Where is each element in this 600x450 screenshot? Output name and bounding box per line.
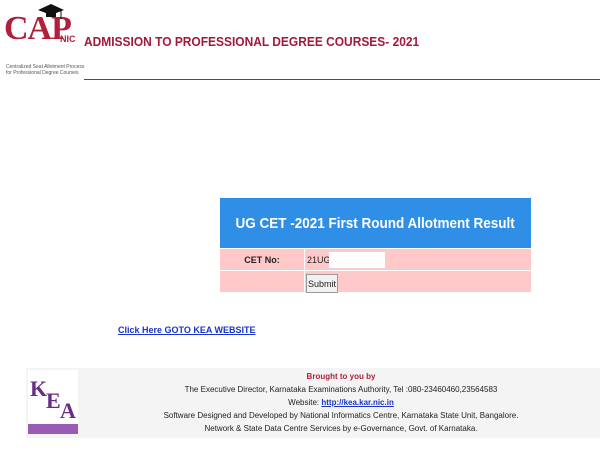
website-label: Website: <box>288 398 320 407</box>
page-footer: K E A Brought to you by The Executive Di… <box>26 368 600 438</box>
footer-credits: Brought to you by The Executive Director… <box>86 370 596 435</box>
cet-number-input[interactable] <box>329 251 385 268</box>
footer-website-line: Website: http://kea.kar.nic.in <box>86 396 596 409</box>
form-title: UG CET -2021 First Round Allotment Resul… <box>235 214 516 232</box>
footer-network-line: Network & State Data Centre Services by … <box>204 424 478 433</box>
kea-url-link[interactable]: http://kea.kar.nic.in <box>321 398 393 407</box>
brought-to-you-by: Brought to you by <box>306 372 376 381</box>
kea-logo-letter-k: K <box>30 376 48 401</box>
kea-logo: K E A <box>28 370 78 434</box>
logo-nic-text: NIC <box>60 34 76 44</box>
cet-input-cell: 21UGE <box>306 249 385 270</box>
logo-tagline-line-2: for Professional Degree Courses <box>6 70 79 76</box>
kea-logo-letter-a: A <box>60 398 76 423</box>
allotment-result-form: UG CET -2021 First Round Allotment Resul… <box>220 198 531 294</box>
cet-number-row: CET No: 21UGE <box>220 248 531 270</box>
page-header: CAP NIC Centralized Seat Allotment Proce… <box>0 0 600 84</box>
submit-row-label-cell <box>220 271 305 292</box>
footer-developer-line: Software Designed and Developed by Natio… <box>163 411 519 420</box>
submit-button[interactable]: Submit <box>306 274 338 293</box>
graduation-cap-icon <box>38 4 64 19</box>
header-divider <box>84 79 600 80</box>
submit-row <box>220 270 531 292</box>
kea-website-link[interactable]: Click Here GOTO KEA WEBSITE <box>118 325 256 335</box>
cet-number-label: CET No: <box>220 249 305 270</box>
kea-logo-letter-e: E <box>46 388 61 413</box>
form-header: UG CET -2021 First Round Allotment Resul… <box>220 198 531 248</box>
kea-logo-bar <box>28 424 78 434</box>
cet-prefix: 21UGE <box>307 254 337 265</box>
logo-tagline: Centralized Seat Allotment Process for P… <box>6 64 86 76</box>
footer-contact-line: The Executive Director, Karnataka Examin… <box>184 385 498 394</box>
cap-nic-logo: CAP NIC Centralized Seat Allotment Proce… <box>4 4 84 82</box>
page-title: ADMISSION TO PROFESSIONAL DEGREE COURSES… <box>84 34 420 49</box>
